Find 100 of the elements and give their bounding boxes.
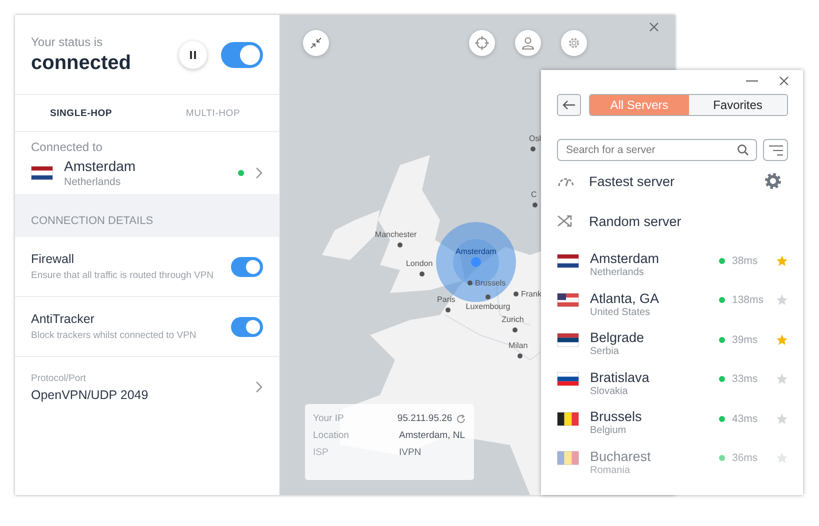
city-label: Amsterdam bbox=[456, 247, 496, 256]
city-label: Osl bbox=[529, 134, 541, 143]
info-label: ISP bbox=[313, 447, 330, 458]
search-field[interactable]: Search for a server bbox=[557, 139, 757, 161]
city-label: Brussels bbox=[475, 278, 506, 288]
info-label: Location bbox=[313, 430, 350, 441]
city-label: Zurich bbox=[502, 315, 524, 324]
server-city[interactable]: Belgrade bbox=[590, 330, 719, 346]
city-dot-icon bbox=[512, 328, 518, 332]
city-label: Manchester bbox=[374, 230, 417, 239]
settings-icon[interactable] bbox=[764, 172, 782, 190]
star-icon[interactable] bbox=[776, 452, 788, 464]
server-city[interactable]: Bucharest bbox=[590, 448, 719, 464]
server-country: Slovakia bbox=[590, 386, 629, 397]
info-value: IVPN bbox=[399, 447, 422, 458]
flag-icon bbox=[557, 372, 579, 386]
close-button[interactable] bbox=[777, 75, 791, 87]
status-value: connected bbox=[31, 52, 132, 74]
star-icon[interactable] bbox=[776, 412, 788, 425]
city-label: London bbox=[406, 259, 433, 268]
collapse-button[interactable] bbox=[303, 30, 329, 56]
protocol-caption: Protocol/Port bbox=[31, 372, 87, 384]
pause-icon bbox=[188, 50, 198, 60]
crosshair-icon bbox=[475, 36, 489, 50]
account-button[interactable] bbox=[515, 30, 541, 56]
server-city[interactable]: Bratislava bbox=[590, 370, 719, 385]
city-label: Milan bbox=[508, 341, 528, 350]
city-name: Amsterdam bbox=[64, 158, 137, 174]
special-server-option[interactable]: Random server bbox=[589, 214, 788, 228]
flag-icon bbox=[557, 332, 579, 347]
server-city[interactable]: Atlanta, GA bbox=[590, 290, 719, 306]
ping-time: 43ms bbox=[732, 412, 759, 425]
ping-time: 38ms bbox=[732, 254, 759, 267]
server-city[interactable]: Brussels bbox=[590, 409, 719, 424]
flag-icon bbox=[557, 254, 579, 268]
server-country: United States bbox=[590, 306, 652, 318]
info-value: Amsterdam, NL bbox=[399, 430, 465, 441]
info-value: 95.211.95.26 bbox=[397, 413, 452, 424]
server-country: Serbia bbox=[590, 346, 620, 358]
country-name: Netherlands bbox=[64, 176, 122, 188]
hop-tab[interactable]: SINGLE-HOP bbox=[15, 95, 147, 131]
setting-toggle[interactable] bbox=[231, 316, 263, 336]
ping-time: 39ms bbox=[732, 334, 759, 346]
flag-icon bbox=[557, 293, 579, 308]
star-icon[interactable] bbox=[776, 254, 788, 267]
protocol-row[interactable]: Protocol/Port OpenVPN/UDP 2049 bbox=[15, 357, 279, 417]
city-label: C bbox=[531, 190, 537, 199]
city-label: Paris bbox=[437, 295, 456, 304]
server-filter-tab[interactable]: Favorites bbox=[688, 95, 787, 115]
connected-server-row[interactable]: Connected to Amsterdam Netherlands bbox=[15, 132, 279, 194]
city-dot-icon bbox=[486, 294, 490, 300]
city-dot-icon bbox=[468, 280, 472, 286]
setting-title: Firewall bbox=[31, 252, 76, 266]
section-header: CONNECTION DETAILS bbox=[15, 194, 279, 237]
special-server-option[interactable]: Fastest server bbox=[589, 174, 750, 188]
collapse-icon bbox=[310, 37, 322, 49]
star-icon[interactable] bbox=[776, 294, 788, 306]
city-dot-icon bbox=[420, 272, 424, 276]
settings-button[interactable] bbox=[561, 30, 587, 56]
ping-time: 138ms bbox=[732, 294, 765, 306]
close-icon bbox=[779, 76, 789, 86]
server-city[interactable]: Amsterdam bbox=[590, 251, 719, 266]
back-button[interactable] bbox=[557, 94, 581, 116]
star-icon[interactable] bbox=[776, 334, 788, 346]
close-button[interactable] bbox=[647, 20, 661, 34]
chevron-icon bbox=[255, 167, 263, 179]
star-icon[interactable] bbox=[776, 373, 788, 386]
locate-button[interactable] bbox=[469, 30, 495, 56]
connect-toggle[interactable] bbox=[221, 42, 263, 68]
close-icon bbox=[649, 22, 659, 32]
server-country: Romania bbox=[590, 464, 632, 476]
protocol-value: OpenVPN/UDP 2049 bbox=[31, 388, 150, 402]
sort-button[interactable] bbox=[763, 139, 788, 161]
flag-icon bbox=[557, 412, 579, 426]
city-dot-icon bbox=[518, 354, 522, 358]
server-country: Belgium bbox=[590, 425, 628, 436]
city-dot-icon bbox=[530, 146, 536, 152]
connected-caption: Connected to bbox=[31, 140, 104, 154]
location-pulse-icon bbox=[435, 221, 517, 303]
city-dot-icon bbox=[398, 242, 402, 248]
ping-time: 33ms bbox=[732, 373, 759, 386]
setting-description: Block trackers whilst connected to VPN bbox=[31, 330, 198, 341]
settings-icon bbox=[567, 36, 581, 50]
city-dot-icon bbox=[446, 308, 450, 312]
user-icon bbox=[521, 36, 535, 50]
ping-time: 36ms bbox=[732, 452, 759, 464]
back-arrow-icon bbox=[562, 100, 576, 110]
chevron-icon bbox=[255, 381, 263, 393]
pause-button[interactable] bbox=[179, 40, 207, 68]
setting-title: AntiTracker bbox=[31, 312, 96, 326]
refresh-icon[interactable] bbox=[456, 414, 466, 424]
flag-icon bbox=[557, 451, 579, 466]
info-label: Your IP bbox=[313, 413, 345, 424]
city-dot-icon bbox=[532, 202, 538, 208]
status-caption: Your status is bbox=[31, 34, 104, 48]
server-country: Netherlands bbox=[590, 267, 645, 278]
setting-description: Ensure that all traffic is routed through VPN bbox=[31, 270, 215, 281]
city-dot-icon bbox=[514, 292, 518, 296]
city-label: Frank bbox=[521, 290, 542, 298]
setting-toggle[interactable] bbox=[231, 256, 263, 276]
